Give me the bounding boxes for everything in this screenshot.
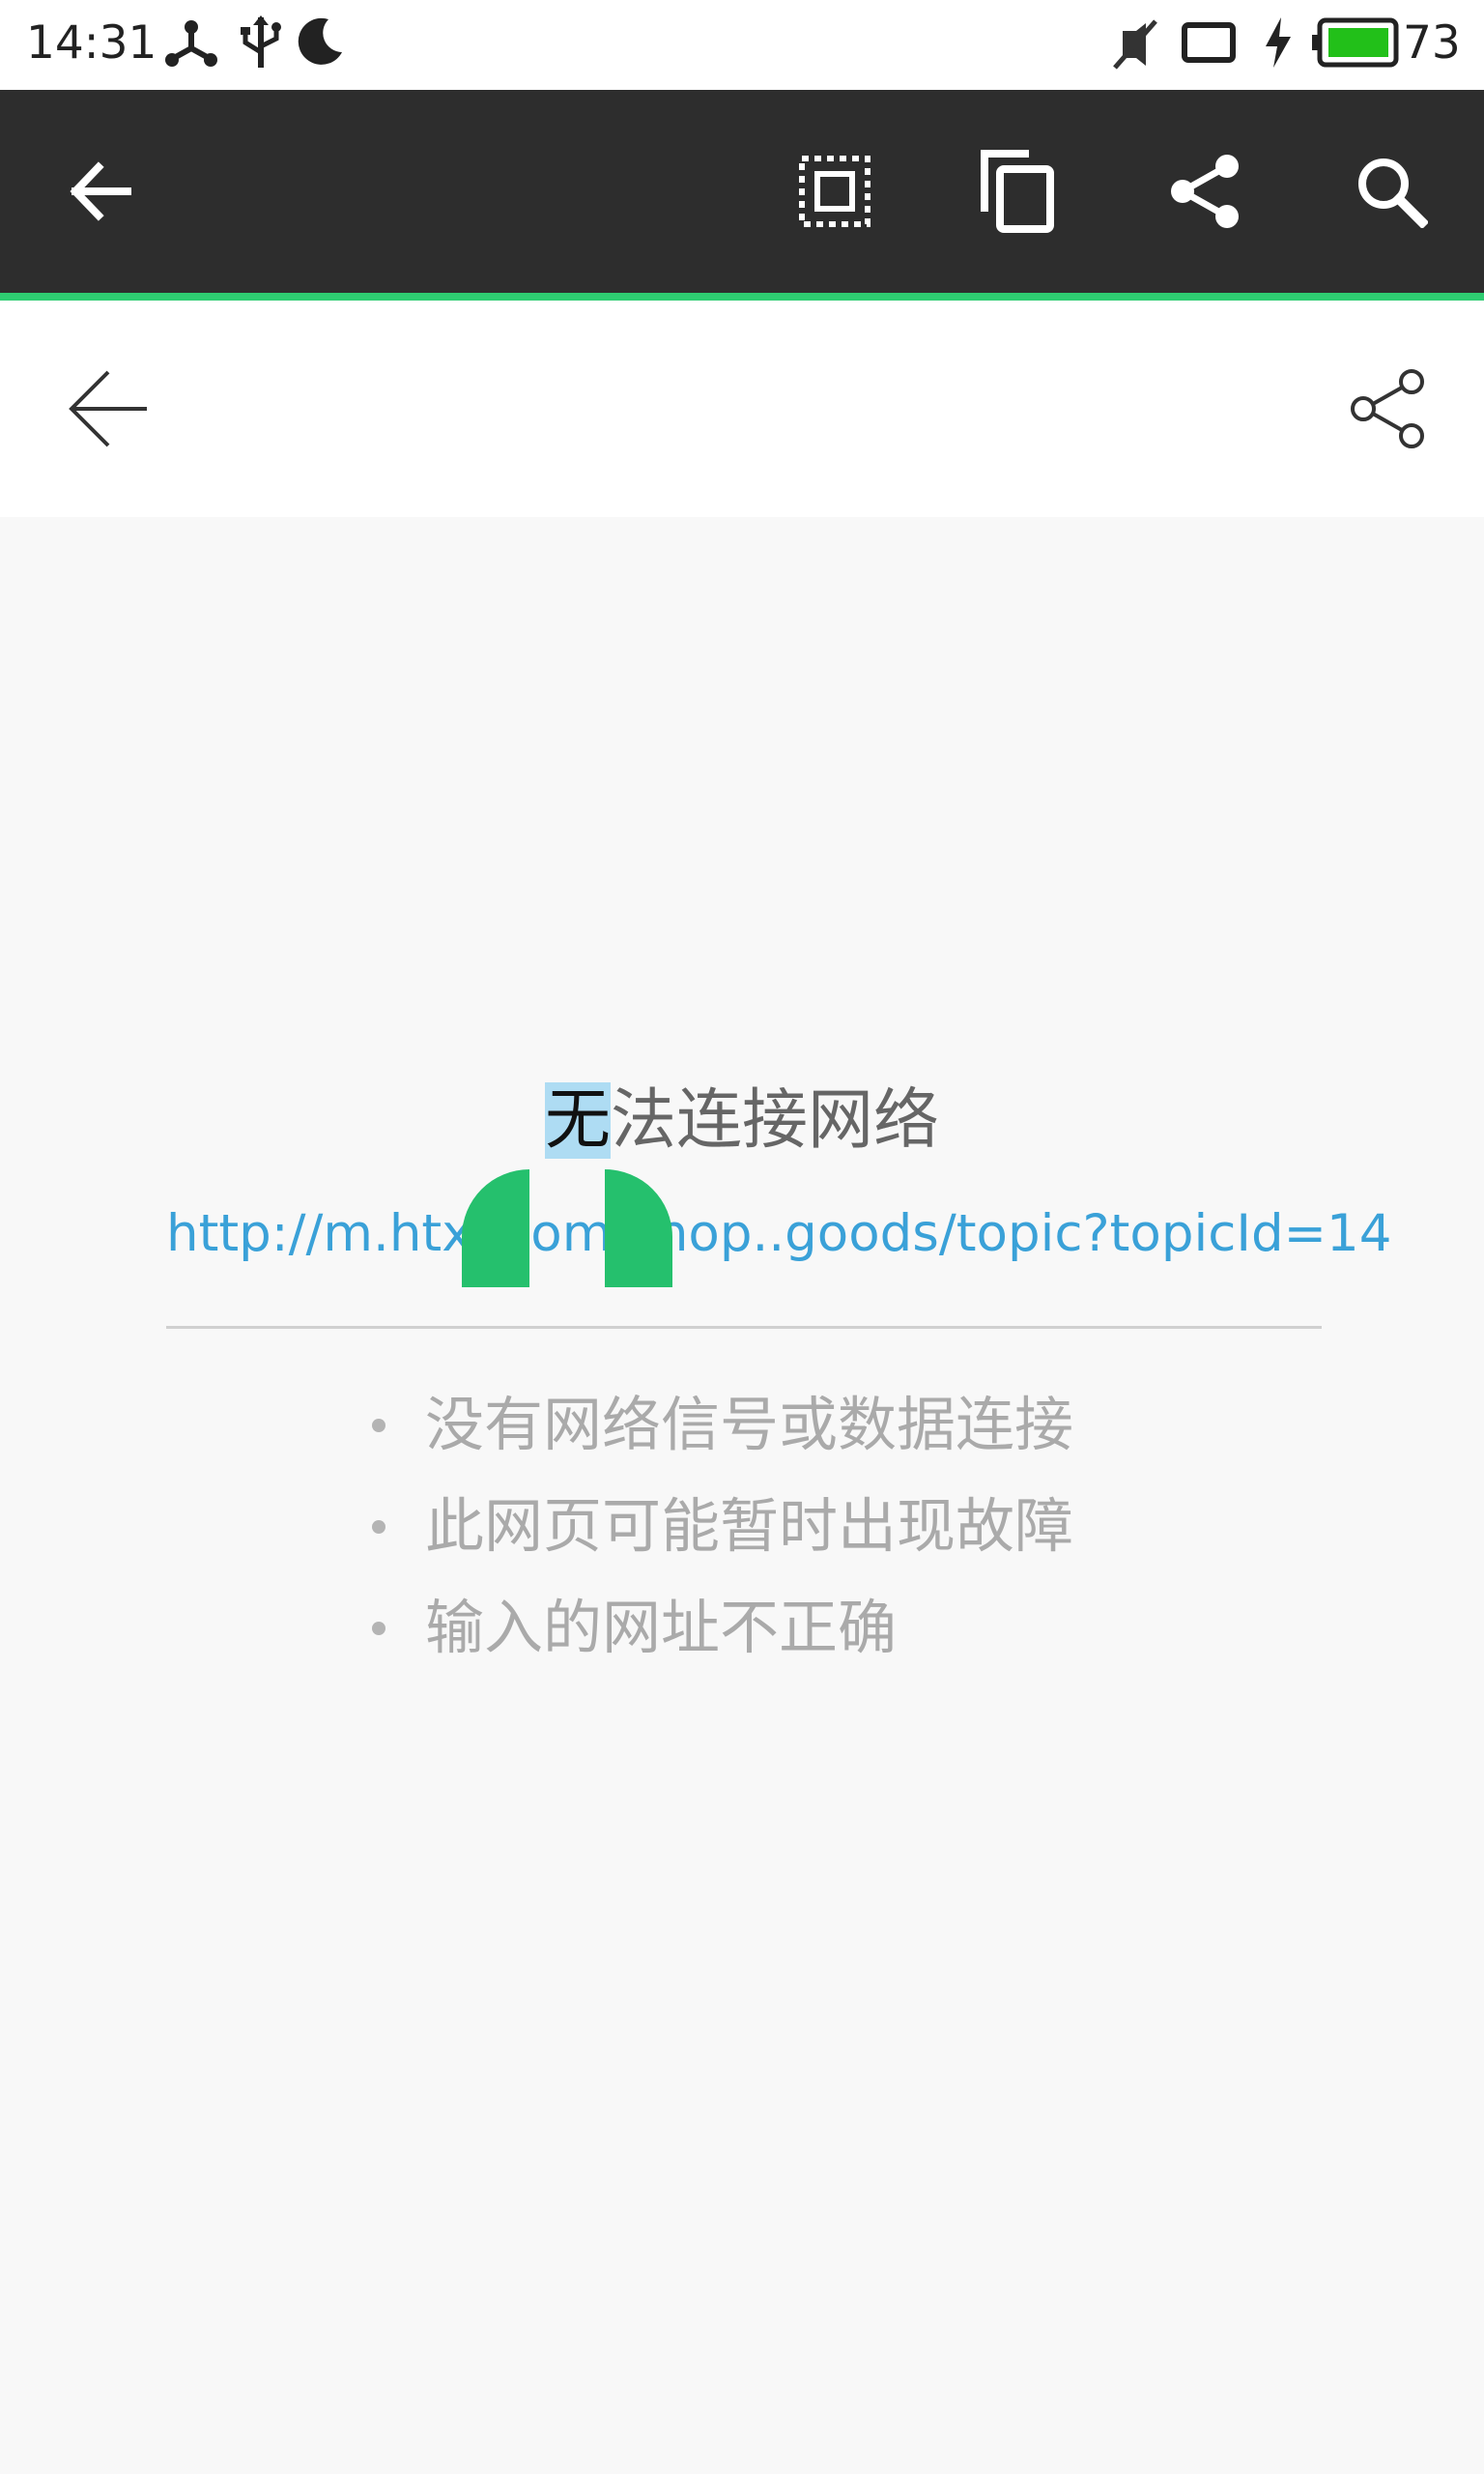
copy-button[interactable] <box>955 90 1080 293</box>
screen-icon <box>1182 22 1236 63</box>
divider <box>166 1326 1322 1329</box>
status-bar: 14:31 73 <box>0 0 1484 90</box>
error-reasons-list: 没有网络信号或数据连接 此网页可能暂时出现故障 输入的网址不正确 <box>372 1382 1241 1686</box>
page-header <box>0 301 1484 517</box>
back-arrow-icon <box>69 370 147 447</box>
selection-end-handle[interactable] <box>605 1169 672 1287</box>
bullet-icon <box>372 1520 385 1534</box>
share-icon <box>1171 155 1239 228</box>
error-url-link[interactable]: http://m.htxl.com/shop..goods/topic?topi… <box>166 1195 1391 1273</box>
search-icon <box>1358 158 1428 228</box>
share-icon <box>1351 369 1424 448</box>
toolbar-share-button[interactable] <box>1143 90 1269 293</box>
battery-icon <box>1312 17 1399 68</box>
usb-icon <box>241 15 281 68</box>
list-item: 没有网络信号或数据连接 <box>372 1382 1241 1483</box>
copy-icon <box>981 150 1054 233</box>
list-item: 输入的网址不正确 <box>372 1585 1241 1686</box>
vibrate-off-icon <box>1113 19 1157 70</box>
selected-text[interactable]: 无 <box>544 1082 611 1159</box>
reason-text: 输入的网址不正确 <box>425 1594 898 1662</box>
search-button[interactable] <box>1328 90 1454 293</box>
bullet-icon <box>372 1419 385 1432</box>
select-all-button[interactable] <box>772 90 898 293</box>
moon-icon <box>298 17 342 65</box>
page-back-button[interactable] <box>41 301 176 517</box>
share-hub-icon <box>165 20 217 67</box>
back-arrow-icon <box>70 161 131 221</box>
toolbar-accent-line <box>0 293 1484 301</box>
select-all-icon <box>799 156 870 227</box>
battery-level: 73 <box>1403 16 1461 70</box>
selection-start-handle[interactable] <box>462 1169 529 1287</box>
bullet-icon <box>372 1622 385 1635</box>
error-title[interactable]: 无法连接网络 <box>0 1078 1484 1165</box>
toolbar-back-button[interactable] <box>37 90 162 293</box>
reason-text: 此网页可能暂时出现故障 <box>425 1492 1074 1561</box>
charging-icon <box>1266 17 1291 68</box>
page-share-button[interactable] <box>1323 301 1458 517</box>
error-title-rest: 法连接网络 <box>611 1082 940 1159</box>
list-item: 此网页可能暂时出现故障 <box>372 1483 1241 1585</box>
status-time: 14:31 <box>26 16 157 70</box>
reason-text: 没有网络信号或数据连接 <box>425 1391 1074 1459</box>
